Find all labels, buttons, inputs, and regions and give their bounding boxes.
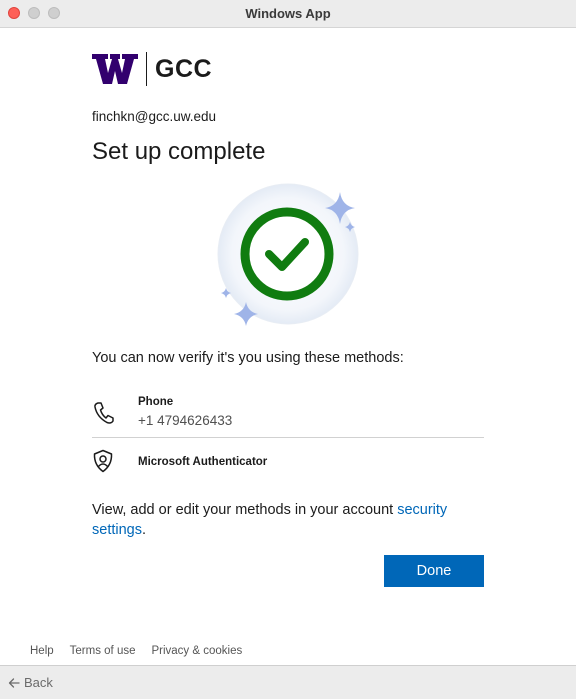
back-button[interactable]: Back: [8, 675, 53, 690]
verify-methods-text: You can now verify it's you using these …: [92, 350, 404, 366]
organization-name: GCC: [155, 54, 213, 83]
account-text: View, add or edit your methods in your a…: [92, 502, 398, 518]
back-label: Back: [24, 675, 53, 690]
arrow-left-icon: [8, 677, 20, 688]
terms-of-use-link[interactable]: Terms of use: [70, 645, 136, 657]
page-title: Set up complete: [92, 138, 266, 165]
uw-w-logo-icon: [92, 54, 138, 84]
method-authenticator-name: Microsoft Authenticator: [138, 456, 268, 468]
method-phone-number: +1 4794626433: [138, 413, 233, 428]
account-text-period: .: [141, 522, 147, 538]
help-link[interactable]: Help: [30, 645, 54, 657]
method-authenticator: Microsoft Authenticator: [92, 446, 484, 480]
privacy-cookies-link[interactable]: Privacy & cookies: [151, 645, 242, 657]
navigation-bar: Back: [0, 665, 576, 699]
done-button[interactable]: Done: [384, 555, 484, 587]
window-title: Windows App: [245, 6, 331, 21]
title-bar: Windows App: [0, 0, 576, 28]
app-window: Windows App GCC finchkn@gcc.uw.edu Set u…: [0, 0, 576, 699]
authenticator-icon: [93, 449, 113, 473]
account-methods-text: View, add or edit your methods in your a…: [92, 500, 484, 540]
account-email: finchkn@gcc.uw.edu: [92, 109, 217, 124]
method-phone-name: Phone: [138, 396, 174, 408]
phone-icon: [94, 402, 114, 424]
method-phone: Phone +1 4794626433: [92, 388, 484, 438]
logo-divider: [146, 52, 147, 86]
checkmark-circle-icon: [217, 183, 359, 326]
organization-logo: GCC: [92, 52, 212, 86]
footer-links: Help Terms of use Privacy & cookies: [30, 645, 242, 657]
